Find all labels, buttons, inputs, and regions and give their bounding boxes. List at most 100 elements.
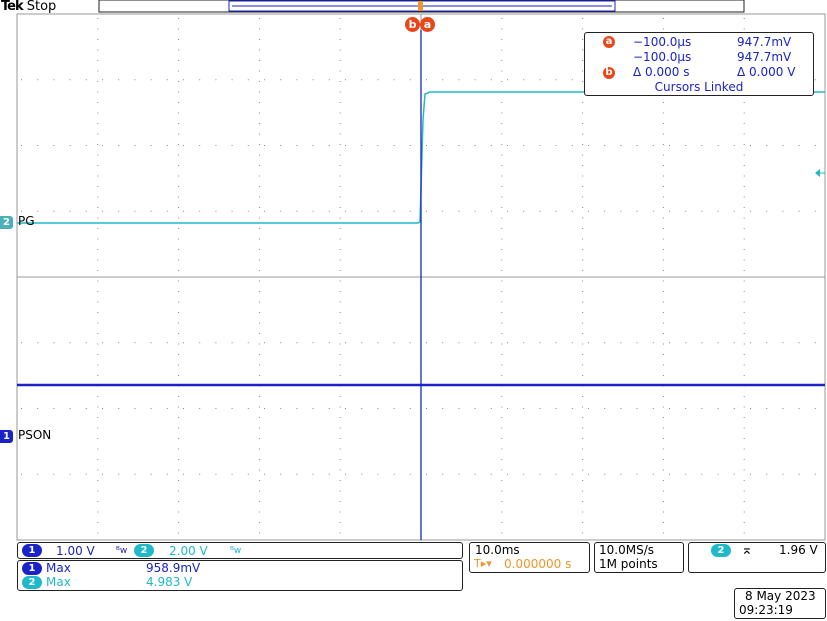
grid-dot [215, 145, 217, 146]
grid-dot [798, 473, 800, 475]
grid-dot [53, 408, 55, 409]
grid-dot [183, 145, 184, 146]
grid-dot [501, 459, 503, 460]
grid-dot [178, 280, 180, 282]
grid-dot [183, 408, 184, 409]
sample-rate: 10.0MS/s [599, 543, 654, 557]
grid-dot [798, 342, 800, 344]
grid-dot [377, 408, 379, 409]
grid-dot [97, 469, 99, 471]
grid-dot [231, 342, 233, 344]
grid-dot [183, 210, 184, 212]
m2-badge: 2 [22, 576, 42, 589]
grid-dot [501, 207, 503, 208]
grid-dot [215, 408, 217, 409]
grid-dot [97, 154, 99, 156]
grid-dot [501, 196, 503, 198]
grid-dot [97, 406, 99, 408]
grid-dot [743, 427, 745, 429]
grid-dot [339, 228, 341, 229]
vertical-scale-panel[interactable]: 1 1.00 V ᴮw 2 2.00 V ᴮw [17, 542, 463, 559]
grid-dot [426, 473, 427, 475]
cursor-b-tag[interactable]: b [405, 17, 420, 32]
horizontal-panel[interactable]: 10.0ms T▸▾ 0.000000 s [469, 542, 590, 573]
grid-dot [582, 186, 584, 187]
grid-dot [662, 18, 664, 19]
rising-edge-icon: ⌅ [741, 542, 753, 558]
grid-dot [571, 473, 573, 475]
grid-dot [662, 228, 664, 229]
grid-dot [361, 210, 363, 212]
grid-dot [662, 459, 664, 460]
grid-dot [247, 473, 249, 475]
grid-dot [339, 501, 341, 502]
grid-dot [442, 145, 444, 146]
grid-dot [97, 249, 99, 250]
grid-dot [669, 473, 670, 475]
grid-dot [685, 145, 687, 146]
ch1-ground-marker[interactable]: 1 [0, 430, 13, 443]
grid-dot [582, 406, 584, 408]
grid-dot [582, 343, 584, 345]
grid-dot [766, 145, 768, 146]
grid-dot [733, 408, 735, 409]
grid-dot [258, 375, 260, 376]
grid-dot [178, 39, 180, 40]
grid-dot [662, 144, 664, 145]
grid-dot [166, 342, 168, 344]
grid-dot [97, 112, 99, 114]
grid-dot [97, 39, 99, 40]
grid-dot [339, 490, 341, 492]
grid-dot [582, 112, 584, 114]
grid-dot [717, 408, 719, 409]
grid-dot [339, 438, 341, 439]
grid-dot [766, 408, 768, 409]
grid-dot [166, 145, 168, 146]
grid-dot [69, 473, 71, 475]
grid-dot [178, 333, 180, 334]
grid-dot [118, 408, 120, 409]
trigger-panel[interactable]: 2 ⌅ 1.96 V [688, 542, 826, 573]
cursor-a-tag[interactable]: a [420, 17, 435, 32]
grid-dot [636, 408, 638, 409]
grid-dot [178, 396, 180, 397]
grid-dot [501, 301, 503, 303]
grid-dot [501, 217, 503, 219]
grid-dot [97, 322, 99, 324]
grid-dot [296, 342, 298, 344]
grid-dot [409, 473, 411, 475]
grid-dot [588, 145, 589, 146]
grid-dot [393, 79, 395, 81]
grid-dot [501, 186, 503, 187]
grid-dot [750, 473, 751, 475]
grid-dot [280, 408, 282, 409]
grid-dot [258, 186, 260, 187]
grid-dot [662, 259, 664, 261]
grid-dot [178, 343, 180, 345]
grid-dot [339, 459, 341, 460]
grid-dot [501, 312, 503, 313]
grid-dot [377, 145, 379, 146]
grid-dot [258, 207, 260, 208]
grid-dot [97, 343, 99, 345]
ch2-ground-marker[interactable]: 2 [0, 216, 13, 229]
grid-dot [215, 79, 217, 81]
grid-dot [53, 342, 55, 344]
grid-dot [296, 79, 298, 81]
measurements-panel[interactable]: 1 Max 958.9mV 2 Max 4.983 V [17, 560, 463, 591]
grid-dot [743, 270, 745, 271]
grid-dot [339, 333, 341, 334]
grid-dot [296, 210, 298, 212]
grid-dot [215, 210, 217, 212]
grid-dot [97, 291, 99, 292]
trigger-source-badge: 2 [711, 544, 731, 557]
grid-dot [258, 501, 260, 502]
grid-dot [258, 480, 260, 481]
acquisition-panel[interactable]: 10.0MS/s 1M points [594, 542, 684, 573]
grid-dot [97, 375, 99, 376]
grid-dot [231, 210, 233, 212]
grid-dot [339, 343, 341, 345]
grid-dot [178, 490, 180, 492]
grid-dot [750, 210, 751, 212]
grid-dot [555, 473, 557, 475]
